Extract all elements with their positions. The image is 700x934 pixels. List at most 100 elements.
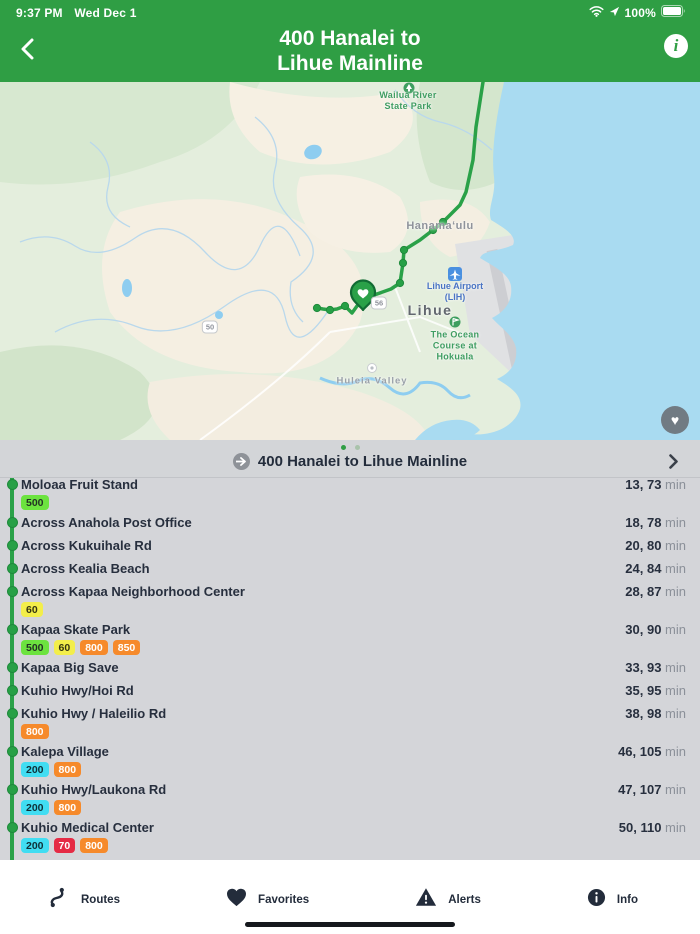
route-shield-56: 56 xyxy=(370,296,388,310)
stop-badges: 60 xyxy=(21,602,686,617)
info-button[interactable]: i xyxy=(664,34,688,58)
tab-routes[interactable]: Routes xyxy=(48,886,120,913)
route-badge: 800 xyxy=(53,762,82,777)
stop-row[interactable]: Across Kukuihale Rd 20, 80 min xyxy=(0,534,700,557)
stop-badges: 500 xyxy=(21,495,686,510)
route-badge: 850 xyxy=(112,640,141,655)
battery-icon xyxy=(661,5,686,20)
tab-info[interactable]: Info xyxy=(587,886,638,913)
stop-time: 20, 80 min xyxy=(625,538,686,553)
stop-name: Kalepa Village xyxy=(21,744,109,759)
stop-badges: 800 xyxy=(21,724,686,739)
stop-dot-icon xyxy=(6,479,18,490)
stop-time: 13, 73 min xyxy=(625,478,686,492)
header: 9:37 PM Wed Dec 1 100% 400 Hanalei to Li… xyxy=(0,0,700,82)
route-badge: 800 xyxy=(80,640,108,655)
page-title-line2: Lihue Mainline xyxy=(277,52,423,75)
stop-badges: 200 70 800 xyxy=(21,838,686,853)
stop-row[interactable]: Kalepa Village 200 800 46, 105 min xyxy=(0,740,700,778)
status-time: 9:37 PM xyxy=(16,5,63,20)
stop-badges: 500 60 800 850 xyxy=(21,640,686,655)
tab-alerts-label: Alerts xyxy=(448,893,481,906)
stop-row[interactable]: Kuhio Hwy/Laukona Rd 200 800 47, 107 min xyxy=(0,778,700,816)
heart-icon: ♥ xyxy=(670,412,680,428)
location-arrow-icon xyxy=(609,6,620,20)
airport-icon xyxy=(448,267,462,281)
stop-time: 50, 110 min xyxy=(618,820,686,835)
page-dot-inactive xyxy=(354,445,360,450)
tab-bar: Routes Favorites Alerts Info xyxy=(48,886,638,913)
stop-dot-icon xyxy=(6,586,18,597)
stop-time: 38, 98 min xyxy=(625,706,686,721)
status-left: 9:37 PM Wed Dec 1 xyxy=(16,6,145,20)
golf-icon xyxy=(449,316,461,328)
stop-dot-icon xyxy=(6,784,18,795)
map[interactable]: Wailua River State Park Hanamaʻulu Lihue… xyxy=(0,82,700,440)
stop-time: 18, 78 min xyxy=(625,515,686,530)
stop-list[interactable]: Moloaa Fruit Stand 500 13, 73 min Across… xyxy=(0,478,700,860)
status-right: 100% xyxy=(588,5,687,20)
stop-name: Kapaa Big Save xyxy=(21,660,119,675)
stop-row[interactable]: Across Kealia Beach 24, 84 min xyxy=(0,557,700,580)
battery-percent: 100% xyxy=(624,5,656,20)
stop-name: Kuhio Medical Center xyxy=(21,820,154,835)
direction-arrow-icon xyxy=(232,453,250,470)
route-badge: 200 xyxy=(21,838,49,853)
page-dot-active xyxy=(340,445,346,450)
stop-dot-icon xyxy=(6,662,18,673)
route-badge: 70 xyxy=(53,838,76,853)
stop-row[interactable]: Moloaa Fruit Stand 500 13, 73 min xyxy=(0,478,700,511)
park-icon xyxy=(403,82,415,94)
stop-row[interactable]: Kuhio Medical Center 200 70 800 50, 110 mi… xyxy=(0,816,700,854)
stop-dot-icon xyxy=(6,746,18,757)
favorite-button[interactable]: ♥ xyxy=(661,406,689,434)
route-badge: 200 xyxy=(21,762,49,777)
stop-badges: 200 800 xyxy=(21,762,686,777)
tab-favorites[interactable]: Favorites xyxy=(226,886,309,913)
stop-name: Across Kukuihale Rd xyxy=(21,538,152,553)
stop-name: Kuhio Hwy/Hoi Rd xyxy=(21,683,134,698)
status-date: Wed Dec 1 xyxy=(74,5,137,20)
wifi-icon xyxy=(588,5,604,20)
stop-time: 35, 95 min xyxy=(625,683,686,698)
alert-triangle-icon xyxy=(415,887,437,912)
route-badge: 60 xyxy=(53,640,76,655)
route-badge: 200 xyxy=(21,800,49,815)
stop-row[interactable]: Across Anahola Post Office 18, 78 min xyxy=(0,511,700,534)
stop-name: Moloaa Fruit Stand xyxy=(21,478,138,492)
stop-name: Kuhio Hwy/Laukona Rd xyxy=(21,782,167,797)
page-title-line1: 400 Hanalei to xyxy=(279,27,421,50)
chevron-right-icon[interactable] xyxy=(669,454,678,474)
stop-row[interactable]: Kapaa Skate Park 500 60 800 850 30, 90 min xyxy=(0,618,700,656)
poi-dot xyxy=(367,363,377,373)
stop-time: 28, 87 min xyxy=(625,584,686,599)
route-badge: 800 xyxy=(53,800,82,815)
stop-time: 33, 93 min xyxy=(625,660,686,675)
tab-info-label: Info xyxy=(616,893,638,906)
footer: Routes Favorites Alerts Info xyxy=(0,860,700,934)
tab-favorites-label: Favorites xyxy=(258,893,310,906)
page-title: 400 Hanalei to Lihue Mainline xyxy=(0,26,700,76)
stop-row[interactable]: Kuhio Hwy / Haleilio Rd 800 38, 98 min xyxy=(0,702,700,740)
info-icon: i xyxy=(673,36,679,55)
stop-row[interactable]: Kuhio Hwy/Hoi Rd 35, 95 min xyxy=(0,679,700,702)
route-bar-row: 400 Hanalei to Lihue Mainline xyxy=(0,453,700,470)
stop-row[interactable]: Kapaa Big Save 33, 93 min xyxy=(0,656,700,679)
home-indicator[interactable] xyxy=(245,922,455,927)
route-badge: 60 xyxy=(21,602,43,617)
stop-dot-icon xyxy=(6,540,18,551)
route-badge: 800 xyxy=(21,724,49,739)
map-canvas xyxy=(0,82,700,440)
route-selector-bar[interactable]: 400 Hanalei to Lihue Mainline xyxy=(0,440,700,478)
stop-name: Kapaa Skate Park xyxy=(21,622,131,637)
stop-name: Kuhio Hwy / Haleilio Rd xyxy=(21,706,167,721)
tab-alerts[interactable]: Alerts xyxy=(415,886,481,913)
stop-row[interactable]: Across Kapaa Neighborhood Center 60 28, … xyxy=(0,580,700,618)
stop-time: 24, 84 min xyxy=(625,561,686,576)
route-shield-50: 50 xyxy=(201,320,219,334)
stop-time: 30, 90 min xyxy=(625,622,686,637)
stop-name: Across Kealia Beach xyxy=(21,561,150,576)
route-badge: 500 xyxy=(21,640,49,655)
page-dots xyxy=(0,445,700,450)
stop-name: Across Kapaa Neighborhood Center xyxy=(21,584,245,599)
